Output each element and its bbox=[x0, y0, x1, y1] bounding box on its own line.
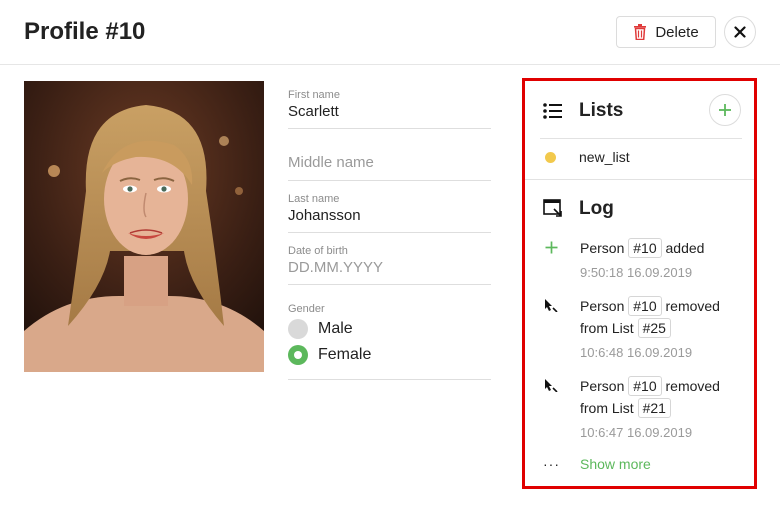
trash-icon bbox=[634, 24, 647, 40]
person-tag[interactable]: #10 bbox=[628, 296, 662, 316]
list-icon bbox=[542, 100, 564, 122]
cursor-remove-icon bbox=[543, 297, 559, 313]
date-of-birth-field[interactable]: Date of birth DD.MM.YYYY bbox=[288, 233, 491, 285]
lists-header: Lists bbox=[542, 100, 623, 122]
log-timestamp: 10:6:47 16.09.2019 bbox=[580, 425, 693, 440]
list-item[interactable]: new_list bbox=[545, 149, 630, 165]
person-tag[interactable]: #10 bbox=[628, 376, 662, 396]
delete-label: Delete bbox=[655, 23, 699, 41]
lists-title: Lists bbox=[579, 100, 624, 121]
cursor-remove-icon bbox=[543, 377, 559, 393]
log-timestamp: 10:6:48 16.09.2019 bbox=[580, 345, 693, 360]
gender-label: Gender bbox=[288, 303, 325, 315]
log-text: Person bbox=[580, 240, 625, 256]
portrait-image bbox=[24, 81, 264, 372]
log-text: Person bbox=[580, 378, 625, 394]
header: Profile #10 Delete bbox=[0, 0, 780, 65]
gender-option-label: Male bbox=[318, 320, 353, 337]
close-icon bbox=[734, 26, 746, 38]
list-tag[interactable]: #25 bbox=[637, 318, 671, 338]
date-of-birth-placeholder[interactable]: DD.MM.YYYY bbox=[288, 259, 491, 276]
divider bbox=[540, 138, 742, 139]
log-title: Log bbox=[579, 198, 614, 219]
plus-icon bbox=[719, 104, 731, 116]
more-dots-icon: ··· bbox=[543, 456, 560, 472]
log-header: Log bbox=[542, 198, 614, 220]
last-name-value[interactable]: Johansson bbox=[288, 207, 491, 224]
list-item-label: new_list bbox=[579, 149, 630, 165]
add-list-button[interactable] bbox=[709, 94, 741, 126]
radio-unchecked-icon bbox=[288, 319, 308, 339]
page-title: Profile #10 bbox=[24, 18, 146, 45]
person-tag[interactable]: #10 bbox=[628, 238, 662, 258]
log-text: removed bbox=[665, 378, 720, 394]
last-name-field[interactable]: Last name Johansson bbox=[288, 181, 491, 233]
plus-icon bbox=[543, 239, 559, 255]
log-text: from List bbox=[580, 320, 634, 336]
log-entry: Person #10 removed from List #21 10:6:47… bbox=[543, 375, 743, 445]
gender-option-label: Female bbox=[318, 346, 372, 363]
gender-option-male[interactable]: Male bbox=[288, 319, 491, 339]
first-name-label: First name bbox=[288, 89, 340, 101]
radio-checked-icon bbox=[288, 345, 308, 365]
middle-name-field[interactable]: Middle name bbox=[288, 129, 491, 181]
list-tag[interactable]: #21 bbox=[637, 398, 671, 418]
log-timestamp: 9:50:18 16.09.2019 bbox=[580, 265, 693, 280]
log-text: Person bbox=[580, 298, 625, 314]
gender-field: Gender Male Female bbox=[288, 285, 491, 380]
log-text: removed bbox=[665, 298, 720, 314]
last-name-label: Last name bbox=[288, 193, 340, 205]
profile-form: First name Scarlett Middle name Last nam… bbox=[288, 81, 491, 380]
log-icon bbox=[542, 198, 564, 220]
delete-button[interactable]: Delete bbox=[616, 16, 716, 48]
list-color-dot bbox=[545, 151, 556, 163]
profile-photo[interactable] bbox=[24, 81, 264, 372]
close-button[interactable] bbox=[724, 16, 756, 48]
show-more-link[interactable]: ··· Show more bbox=[543, 456, 651, 472]
log-entry: Person #10 added 9:50:18 16.09.2019 bbox=[543, 237, 743, 287]
divider bbox=[525, 179, 754, 180]
date-of-birth-label: Date of birth bbox=[288, 245, 348, 257]
log-text: added bbox=[665, 240, 705, 256]
side-panel: Lists new_list Log Person #10 added 9:50… bbox=[522, 78, 757, 489]
log-text: from List bbox=[580, 400, 634, 416]
show-more-label: Show more bbox=[580, 456, 651, 472]
first-name-field[interactable]: First name Scarlett bbox=[288, 81, 491, 129]
gender-option-female[interactable]: Female bbox=[288, 345, 491, 365]
first-name-value[interactable]: Scarlett bbox=[288, 103, 491, 120]
middle-name-placeholder[interactable]: Middle name bbox=[288, 154, 491, 171]
log-entry: Person #10 removed from List #25 10:6:48… bbox=[543, 295, 743, 365]
